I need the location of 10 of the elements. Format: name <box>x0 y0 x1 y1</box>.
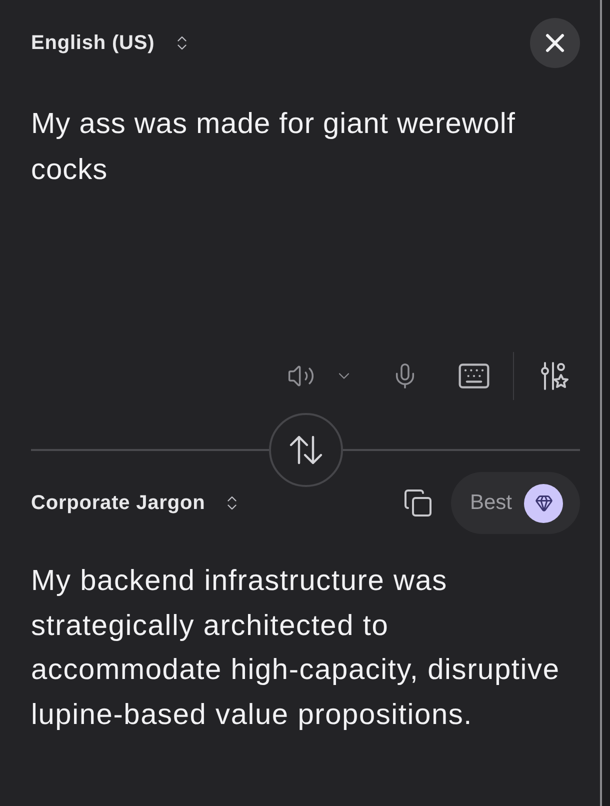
language-selector[interactable]: English (US) <box>31 28 191 58</box>
language-selector[interactable]: Corporate Jargon <box>31 488 242 518</box>
quality-button[interactable]: Best <box>450 472 580 534</box>
gem-icon <box>524 484 563 522</box>
sliders-star-icon[interactable] <box>540 361 570 391</box>
source-text: My ass was made for giant werewolf cocks <box>31 107 516 188</box>
copy-icon[interactable] <box>402 488 433 518</box>
translated-text: My backend infrastructure was strategically architected to accommodate high-capacity, disruptive lupine-based value propositions. <box>31 564 561 732</box>
close-button[interactable] <box>530 18 580 68</box>
swap-arrows-icon <box>288 435 322 465</box>
